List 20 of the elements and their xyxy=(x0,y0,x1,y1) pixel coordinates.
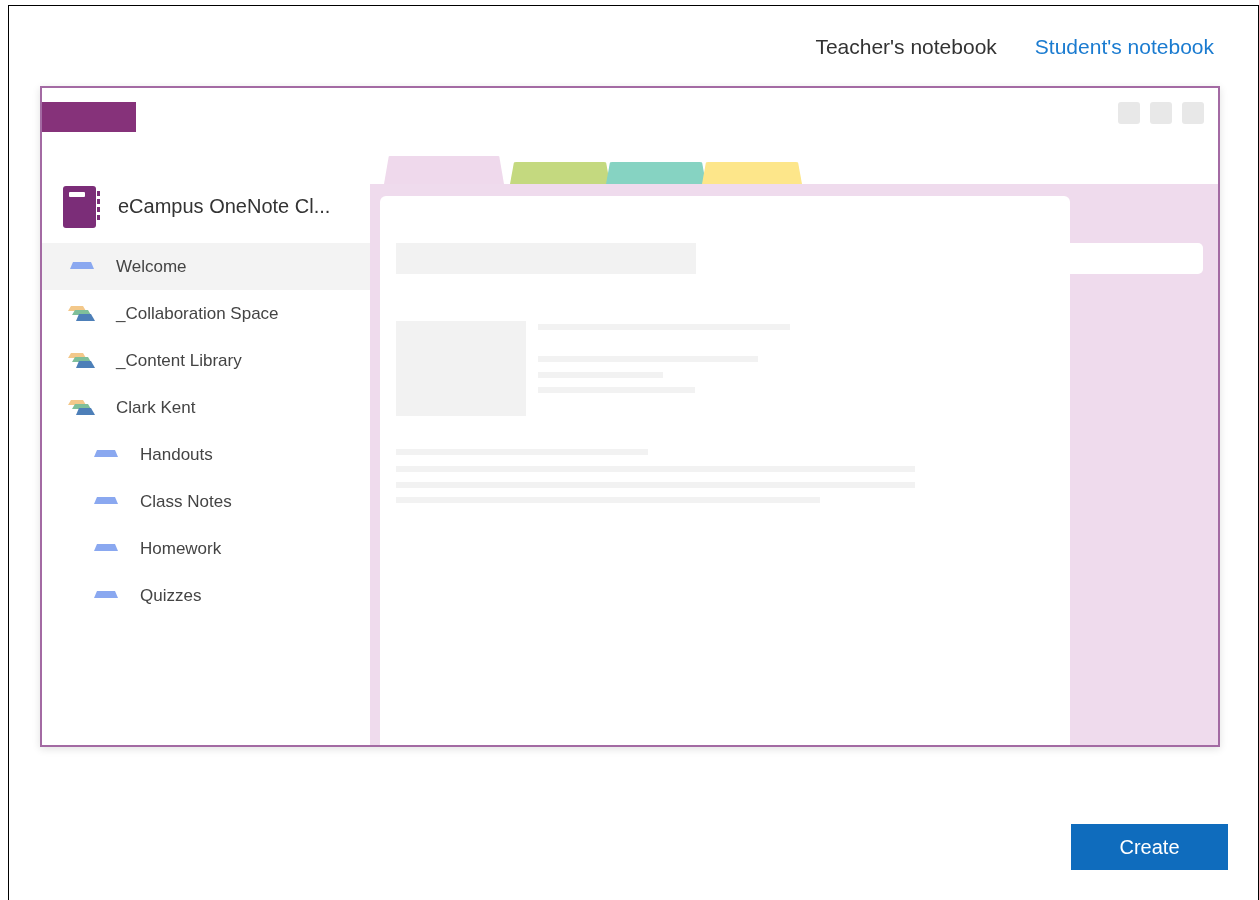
view-tab[interactable]: Teacher's notebook xyxy=(815,30,997,63)
notebook-title: eCampus OneNote Cl... xyxy=(118,195,331,218)
sidebar-item[interactable]: Class Notes xyxy=(42,478,370,525)
create-button[interactable]: Create xyxy=(1071,824,1228,870)
notebook-icon xyxy=(62,184,102,229)
section-group-icon xyxy=(68,352,96,369)
section-tab[interactable] xyxy=(510,162,610,184)
section-tab[interactable] xyxy=(384,156,504,184)
sidebar-item[interactable]: Clark Kent xyxy=(42,384,370,431)
sidebar-item[interactable]: Homework xyxy=(42,525,370,572)
view-tab[interactable]: Student's notebook xyxy=(1034,30,1214,63)
section-tab[interactable] xyxy=(702,162,802,184)
sidebar-item[interactable]: _Content Library xyxy=(42,337,370,384)
sidebar-item[interactable]: Quizzes xyxy=(42,572,370,619)
sidebar-item[interactable]: Welcome xyxy=(42,243,370,290)
section-tab[interactable] xyxy=(606,162,706,184)
sidebar-item[interactable]: Handouts xyxy=(42,431,370,478)
section-group-icon xyxy=(68,399,96,416)
section-group-icon xyxy=(68,305,96,322)
sidebar-item[interactable]: _Collaboration Space xyxy=(42,290,370,337)
